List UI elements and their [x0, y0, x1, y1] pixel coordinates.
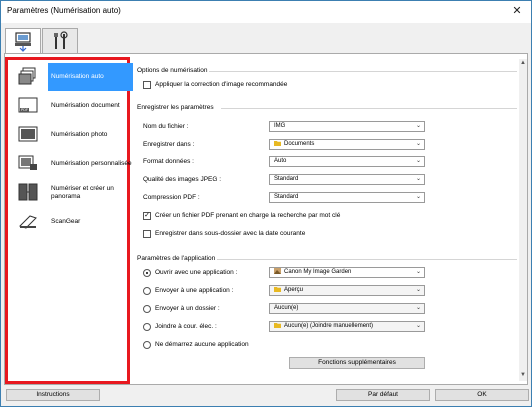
filename-value: IMG — [274, 123, 286, 129]
tools-icon — [54, 31, 68, 49]
jpeg-quality-label: Qualité des images JPEG : — [143, 176, 222, 183]
send-app-label: Envoyer à une application : — [155, 287, 234, 294]
send-app-select[interactable]: Aperçu ⌄ — [269, 285, 425, 296]
scroll-up-icon[interactable]: ▲ — [520, 60, 526, 66]
open-app-label: Ouvrir avec une application : — [155, 269, 238, 276]
no-app-label: Ne démarrez aucune application — [155, 341, 249, 348]
chevron-down-icon: ⌄ — [415, 158, 421, 164]
save-in-label: Enregistrer dans : — [143, 141, 195, 148]
chevron-down-icon: ⌄ — [415, 194, 421, 200]
scan-options-title: Options de numérisation — [137, 67, 208, 74]
email-value: Aucun(e) (Joindre manuellement) — [284, 323, 374, 329]
document-scan-icon: PDF — [18, 97, 38, 113]
apply-correction-label: Appliquer la correction d'image recomman… — [155, 81, 288, 88]
sidebar-item-photo-scan[interactable]: Numérisation photo — [12, 121, 127, 149]
chevron-down-icon: ⌄ — [415, 287, 421, 293]
searchable-pdf-label: Créer un fichier PDF prenant en charge l… — [155, 212, 341, 219]
sidebar-item-label: Numérisation photo — [51, 131, 108, 138]
date-subfolder-checkbox[interactable] — [143, 230, 151, 238]
panorama-icon — [18, 183, 38, 201]
send-folder-value: Aucun(e) — [274, 305, 299, 311]
tab-general-settings[interactable] — [42, 28, 78, 53]
chevron-down-icon: ⌄ — [415, 141, 421, 147]
format-value: Auto — [274, 158, 287, 164]
app-settings-title: Paramètres de l'application — [137, 255, 216, 262]
tab-scan-settings[interactable] — [5, 28, 41, 54]
sidebar-item-panorama[interactable]: Numériser et créer un panorama — [12, 179, 127, 207]
svg-text:PDF: PDF — [21, 108, 28, 112]
filename-input[interactable]: IMG ⌄ — [269, 121, 425, 132]
dialog-footer: Instructions Par défaut OK — [1, 386, 531, 406]
open-app-radio[interactable] — [143, 269, 151, 277]
apply-correction-checkbox[interactable] — [143, 81, 151, 89]
settings-window: Paramètres (Numérisation auto) ✕ Numéris… — [0, 0, 532, 407]
vertical-scrollbar[interactable]: ▲ ▼ — [519, 59, 527, 381]
send-folder-radio[interactable] — [143, 305, 151, 313]
instructions-button[interactable]: Instructions — [6, 389, 100, 401]
sidebar-item-document-scan[interactable]: PDF Numérisation document — [12, 92, 127, 120]
send-app-radio[interactable] — [143, 287, 151, 295]
section-divider — [209, 71, 517, 72]
sidebar-item-label: Numérisation personnalisée — [51, 160, 132, 167]
scroll-down-icon[interactable]: ▼ — [520, 372, 526, 378]
sidebar-item-auto-scan[interactable]: Numérisation auto — [12, 63, 133, 91]
save-in-value: Documents — [284, 141, 315, 147]
searchable-pdf-checkbox[interactable]: ✓ — [143, 212, 151, 220]
sidebar-item-label: ScanGear — [51, 218, 81, 225]
chevron-down-icon: ⌄ — [415, 323, 421, 329]
email-radio[interactable] — [143, 323, 151, 331]
open-app-value: Canon My Image Garden — [284, 269, 352, 275]
photo-scan-icon — [18, 126, 38, 142]
sidebar-item-scangear[interactable]: ScanGear — [12, 208, 127, 236]
folder-icon — [274, 141, 281, 146]
settings-panel: Options de numérisation Appliquer la cor… — [135, 59, 527, 382]
open-app-select[interactable]: Canon My Image Garden ⌄ — [269, 267, 425, 278]
chevron-down-icon: ⌄ — [415, 305, 421, 311]
pdf-compression-label: Compression PDF : — [143, 194, 200, 201]
section-divider — [217, 259, 517, 260]
jpeg-quality-value: Standard — [274, 176, 299, 182]
computer-scan-icon — [15, 32, 31, 52]
send-folder-select[interactable]: Aucun(e) ⌄ — [269, 303, 425, 314]
pdf-compression-select[interactable]: Standard ⌄ — [269, 192, 425, 203]
date-subfolder-label: Enregistrer dans sous-dossier avec la da… — [155, 230, 306, 237]
chevron-down-icon: ⌄ — [415, 123, 421, 129]
save-settings-title: Enregistrer les paramètres — [137, 104, 214, 111]
email-select[interactable]: Aucun(e) (Joindre manuellement) ⌄ — [269, 321, 425, 332]
more-functions-button[interactable]: Fonctions supplémentaires — [289, 357, 425, 369]
title-bar: Paramètres (Numérisation auto) ✕ — [1, 1, 531, 23]
filename-label: Nom du fichier : — [143, 123, 189, 130]
tab-strip — [1, 23, 531, 54]
sidebar-item-label: Numériser et créer un panorama — [51, 185, 114, 200]
defaults-button[interactable]: Par défaut — [336, 389, 430, 401]
sidebar-item-label: Numérisation document — [51, 102, 120, 109]
ok-button[interactable]: OK — [435, 389, 529, 401]
no-app-radio[interactable] — [143, 341, 151, 349]
close-button[interactable]: ✕ — [509, 4, 525, 18]
email-label: Joindre à cour. élec. : — [155, 323, 217, 330]
scan-mode-sidebar: Numérisation auto PDF Numérisation docum… — [5, 57, 133, 384]
chevron-down-icon: ⌄ — [415, 269, 421, 275]
format-select[interactable]: Auto ⌄ — [269, 156, 425, 167]
sidebar-item-custom-scan[interactable]: Numérisation personnalisée — [12, 150, 132, 178]
pdf-compression-value: Standard — [274, 194, 299, 200]
chevron-down-icon: ⌄ — [415, 176, 421, 182]
auto-scan-icon — [18, 67, 36, 85]
section-divider — [221, 108, 517, 109]
sidebar-item-label: Numérisation auto — [51, 73, 104, 80]
format-label: Format données : — [143, 158, 194, 165]
send-app-value: Aperçu — [284, 287, 304, 293]
custom-scan-icon — [18, 155, 37, 170]
scangear-icon — [19, 215, 37, 229]
image-garden-icon — [274, 268, 281, 274]
folder-icon — [274, 287, 281, 292]
folder-icon — [274, 323, 281, 328]
jpeg-quality-select[interactable]: Standard ⌄ — [269, 174, 425, 185]
window-title: Paramètres (Numérisation auto) — [7, 6, 121, 15]
save-in-select[interactable]: Documents ⌄ — [269, 139, 425, 150]
send-folder-label: Envoyer à un dossier : — [155, 305, 220, 312]
